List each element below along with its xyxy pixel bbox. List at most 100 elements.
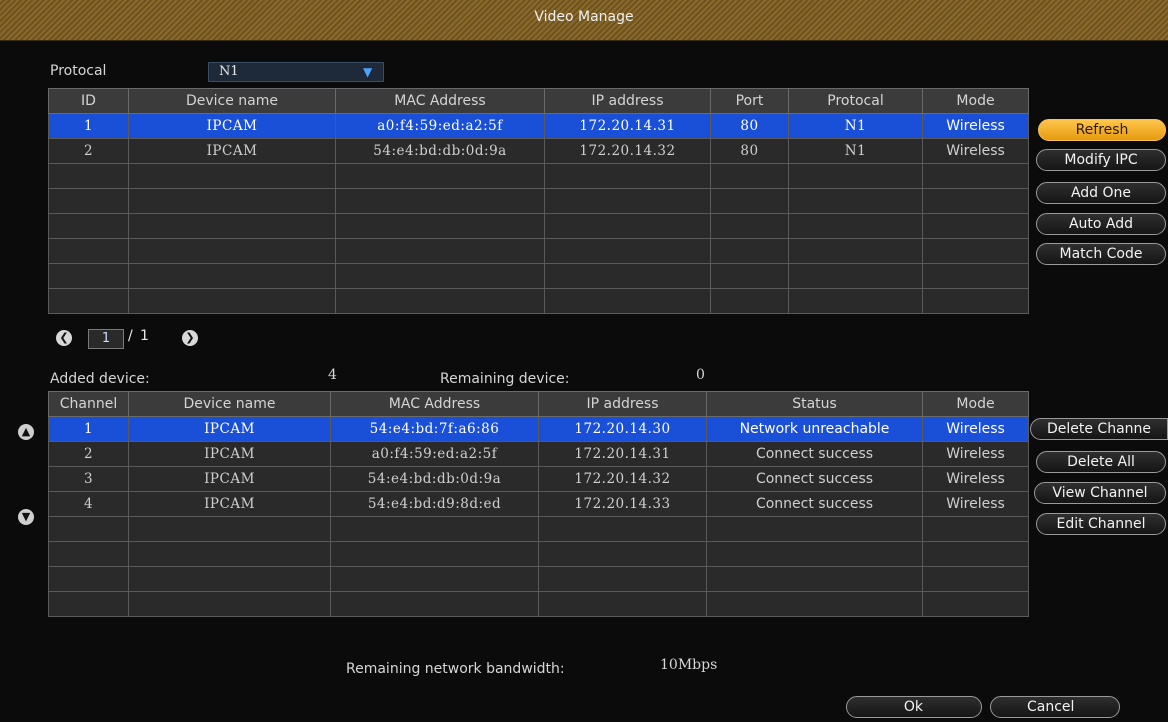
- cell-port: [710, 188, 789, 214]
- cell-ip: [538, 516, 707, 542]
- cell-mode: [922, 288, 1029, 314]
- cell-ip: [544, 263, 711, 289]
- edit-channel-button[interactable]: Edit Channel: [1036, 513, 1166, 535]
- col-header-device-name[interactable]: Device name: [128, 391, 331, 417]
- col-header-protocol[interactable]: Protocal: [788, 88, 923, 114]
- col-header-port[interactable]: Port: [710, 88, 789, 114]
- cell-mode: Wireless: [922, 466, 1029, 492]
- cell-status: [706, 566, 923, 592]
- cell-device-name: [128, 516, 331, 542]
- cell-device-name: IPCAM: [128, 138, 336, 164]
- chevron-left-icon[interactable]: ❮: [56, 330, 72, 346]
- cell-device-name: [128, 188, 336, 214]
- table-row[interactable]: 1 IPCAM 54:e4:bd:7f:a6:86 172.20.14.30 Netwo…: [48, 416, 1029, 442]
- arrow-up-icon[interactable]: ▲: [18, 424, 34, 440]
- table-row[interactable]: [48, 188, 1029, 214]
- cell-protocol: N1: [788, 113, 923, 139]
- protocol-select-value: N1: [219, 64, 239, 79]
- cell-mode: Wireless: [922, 441, 1029, 467]
- col-header-mac[interactable]: MAC Address: [330, 391, 539, 417]
- cell-mac: [335, 288, 545, 314]
- col-header-status[interactable]: Status: [706, 391, 923, 417]
- arrow-down-icon[interactable]: ▼: [18, 509, 34, 525]
- auto-add-button[interactable]: Auto Add: [1036, 213, 1166, 235]
- cell-mode: [922, 213, 1029, 239]
- cell-status: [706, 516, 923, 542]
- cell-mac: [335, 213, 545, 239]
- cell-status: [706, 541, 923, 567]
- delete-all-button[interactable]: Delete All: [1036, 451, 1166, 473]
- cell-channel: 2: [48, 441, 129, 467]
- add-one-button[interactable]: Add One: [1036, 182, 1166, 204]
- added-device-label: Added device:: [50, 371, 150, 387]
- cell-device-name: IPCAM: [128, 113, 336, 139]
- col-header-id[interactable]: ID: [48, 88, 129, 114]
- page-total: 1: [140, 328, 149, 344]
- table-row[interactable]: [48, 288, 1029, 314]
- table-row[interactable]: [48, 263, 1029, 289]
- cell-ip: [538, 541, 707, 567]
- view-channel-button[interactable]: View Channel: [1034, 482, 1166, 504]
- cell-port: [710, 213, 789, 239]
- cell-mode: [922, 263, 1029, 289]
- col-header-ip[interactable]: IP address: [538, 391, 707, 417]
- cell-mac: a0:f4:59:ed:a2:5f: [330, 441, 539, 467]
- protocol-label: Protocal: [50, 63, 107, 79]
- cell-ip: 172.20.14.31: [538, 441, 707, 467]
- table-row[interactable]: 1 IPCAM a0:f4:59:ed:a2:5f 172.20.14.31 80 N1 W…: [48, 113, 1029, 139]
- table-row[interactable]: [48, 213, 1029, 239]
- table-row[interactable]: [48, 591, 1029, 617]
- page-number-input[interactable]: 1: [88, 329, 124, 349]
- cell-id: [48, 238, 129, 264]
- cell-id: 1: [48, 113, 129, 139]
- table-row[interactable]: [48, 516, 1029, 542]
- match-code-button[interactable]: Match Code: [1036, 243, 1166, 265]
- cell-port: [710, 288, 789, 314]
- cell-mac: [335, 163, 545, 189]
- refresh-button[interactable]: Refresh: [1038, 119, 1166, 141]
- chevron-down-icon: ▼: [363, 65, 373, 79]
- cell-mac: 54:e4:bd:db:0d:9a: [330, 466, 539, 492]
- cell-port: 80: [710, 138, 789, 164]
- cell-mode: Wireless: [922, 113, 1029, 139]
- cell-ip: [544, 238, 711, 264]
- cell-channel: [48, 566, 129, 592]
- col-header-mode[interactable]: Mode: [922, 88, 1029, 114]
- table-row[interactable]: [48, 566, 1029, 592]
- cell-mac: [330, 516, 539, 542]
- cell-device-name: [128, 591, 331, 617]
- cell-mode: [922, 188, 1029, 214]
- table-row[interactable]: 2 IPCAM a0:f4:59:ed:a2:5f 172.20.14.31 Conne…: [48, 441, 1029, 467]
- cell-mac: [335, 238, 545, 264]
- ok-button[interactable]: Ok: [846, 696, 982, 718]
- cell-mode: [922, 566, 1029, 592]
- cancel-button[interactable]: Cancel: [990, 696, 1120, 718]
- cell-ip: [544, 188, 711, 214]
- cell-port: [710, 263, 789, 289]
- cell-device-name: [128, 263, 336, 289]
- cell-port: [710, 163, 789, 189]
- added-device-count: 4: [328, 367, 337, 383]
- protocol-select[interactable]: N1 ▼: [208, 62, 384, 82]
- modify-ipc-button[interactable]: Modify IPC: [1036, 149, 1166, 171]
- cell-device-name: IPCAM: [128, 416, 331, 442]
- cell-device-name: [128, 541, 331, 567]
- table-row[interactable]: 3 IPCAM 54:e4:bd:db:0d:9a 172.20.14.32 Conne…: [48, 466, 1029, 492]
- table-row[interactable]: [48, 163, 1029, 189]
- cell-device-name: [128, 238, 336, 264]
- cell-status: Network unreachable: [706, 416, 923, 442]
- table-row[interactable]: [48, 541, 1029, 567]
- chevron-right-icon[interactable]: ❯: [182, 330, 198, 346]
- col-header-device-name[interactable]: Device name: [128, 88, 336, 114]
- col-header-channel[interactable]: Channel: [48, 391, 129, 417]
- col-header-ip[interactable]: IP address: [544, 88, 711, 114]
- cell-id: 2: [48, 138, 129, 164]
- cell-port: [710, 238, 789, 264]
- col-header-mac[interactable]: MAC Address: [335, 88, 545, 114]
- table-row[interactable]: [48, 238, 1029, 264]
- table-row[interactable]: 2 IPCAM 54:e4:bd:db:0d:9a 172.20.14.32 80 N1 W…: [48, 138, 1029, 164]
- table-header-row: Channel Device name MAC Address IP addre…: [48, 391, 1029, 417]
- col-header-mode[interactable]: Mode: [922, 391, 1029, 417]
- delete-channel-button[interactable]: Delete Channe: [1030, 418, 1168, 440]
- table-row[interactable]: 4 IPCAM 54:e4:bd:d9:8d:ed 172.20.14.33 Conne…: [48, 491, 1029, 517]
